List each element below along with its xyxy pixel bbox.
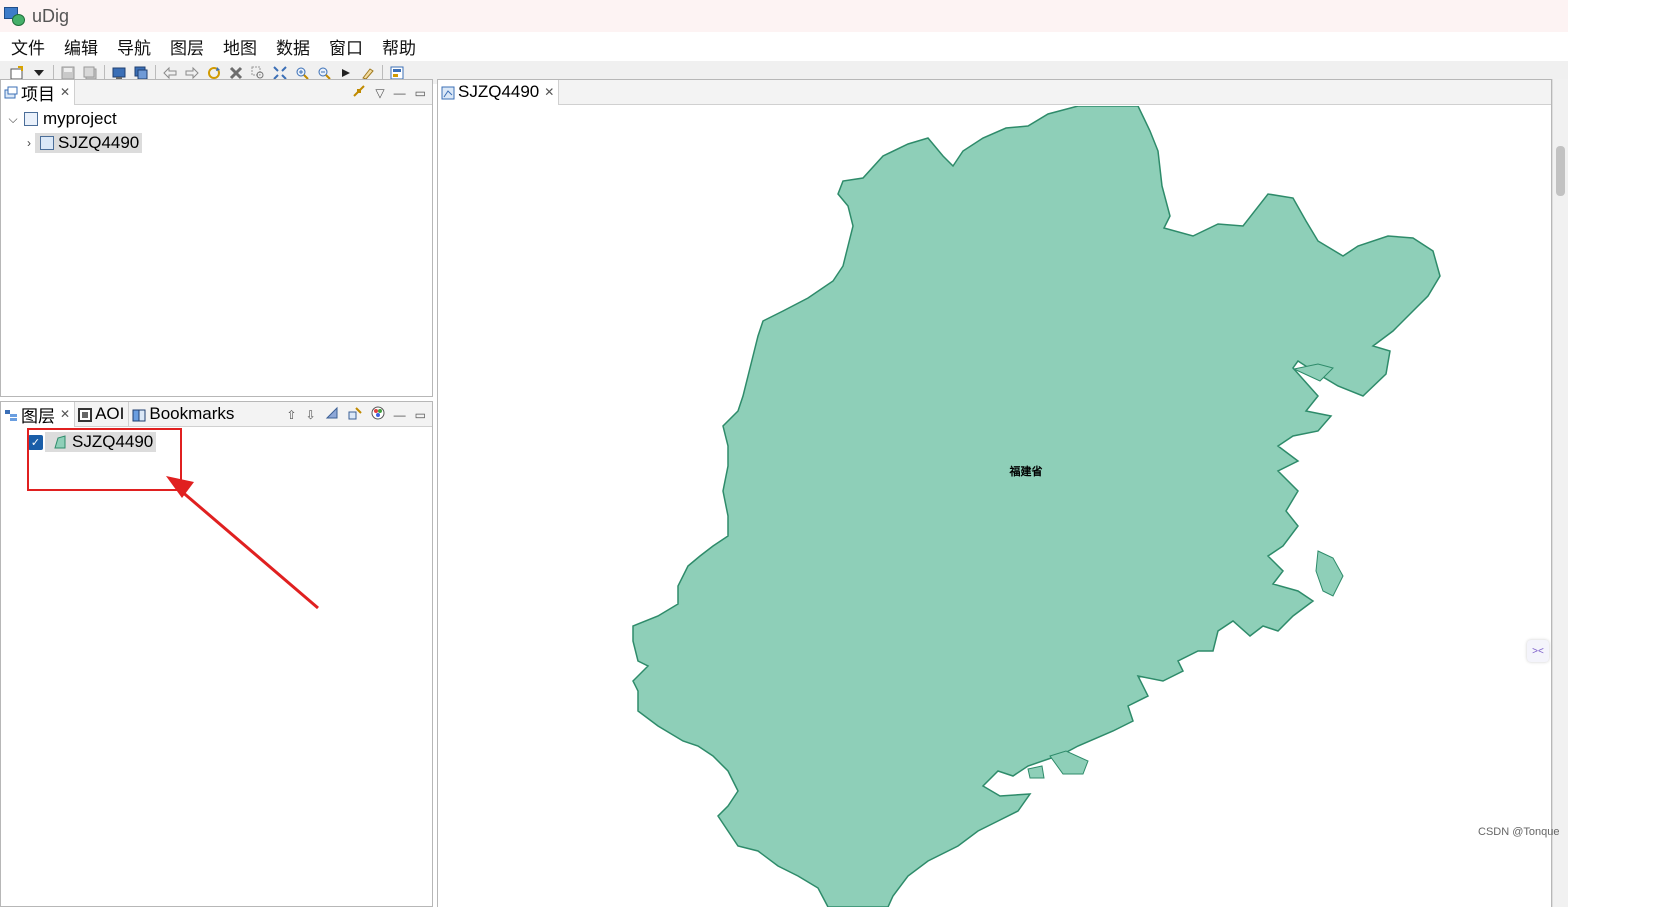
toolbar-separator (382, 65, 383, 80)
tab-bookmarks-label: Bookmarks (149, 404, 235, 423)
tab-aoi[interactable]: AOI (75, 401, 130, 427)
tree-item-sjzq4490[interactable]: › SJZQ4490 (23, 131, 143, 155)
annotation-red-arrow (166, 476, 319, 610)
tree-item-selection: SJZQ4490 (35, 133, 143, 153)
map-canvas[interactable]: 福建省 (438, 106, 1551, 907)
project-icon (4, 85, 18, 99)
tab-aoi-label: AOI (95, 404, 125, 423)
move-up-icon[interactable]: ⇧ (287, 408, 297, 422)
menu-edit[interactable]: 编辑 (64, 34, 98, 59)
fujian-province-polygon[interactable]: 福建省 (438, 106, 1551, 907)
close-icon[interactable]: ✕ (60, 85, 70, 99)
menu-window[interactable]: 窗口 (329, 34, 363, 59)
map-editor-header: SJZQ4490 ✕ (438, 79, 1551, 105)
province-shape[interactable] (632, 106, 1441, 907)
view-menu-icon[interactable]: ▽ (375, 86, 384, 100)
menu-data[interactable]: 数据 (276, 34, 310, 59)
color-palette-icon[interactable] (371, 406, 385, 423)
udig-app-icon (4, 5, 26, 27)
tab-project-label: 项目 (21, 84, 55, 104)
island-shape (1049, 750, 1089, 775)
menu-help[interactable]: 帮助 (382, 34, 416, 59)
menu-bar: 文件 编辑 导航 图层 地图 数据 窗口 帮助 (0, 32, 1680, 61)
tab-map-sjzq4490[interactable]: SJZQ4490 ✕ (438, 79, 560, 105)
island-shape (1027, 765, 1045, 779)
map-label-province: 福建省 (1009, 464, 1043, 478)
toolbar-separator (104, 65, 105, 80)
close-icon[interactable]: ✕ (60, 407, 70, 421)
tree-item-myproject-label: myproject (43, 109, 117, 128)
project-folder-icon (24, 112, 38, 126)
tree-item-sjzq4490-label: SJZQ4490 (58, 133, 140, 152)
minimize-icon[interactable]: — (394, 86, 406, 100)
aoi-icon (78, 407, 93, 422)
map-icon (441, 85, 455, 100)
maximize-icon[interactable]: ▭ (415, 86, 426, 100)
menu-navigate[interactable]: 导航 (117, 34, 151, 59)
tab-layers[interactable]: 图层 ✕ (1, 401, 76, 427)
map-icon (40, 136, 54, 150)
tree-item-myproject[interactable]: ⌵ myproject (7, 107, 117, 131)
maximize-icon[interactable]: ▭ (415, 408, 426, 422)
tab-bookmarks[interactable]: Bookmarks (129, 402, 238, 427)
layers-icon (4, 407, 18, 421)
project-panel-tools: ▽ — ▭ (343, 80, 426, 105)
chevron-right-icon[interactable]: › (23, 136, 35, 150)
window-title: uDig (32, 5, 70, 26)
close-icon[interactable]: ✕ (544, 85, 554, 99)
layer-properties-icon[interactable] (348, 406, 362, 423)
project-panel: 项目 ✕ ▽ — ▭ ⌵ myproject › SJZQ4490 (0, 79, 433, 397)
link-icon[interactable] (352, 84, 366, 101)
tab-map-label: SJZQ4490 (458, 82, 540, 101)
style-icon[interactable] (325, 406, 339, 423)
project-panel-header: 项目 ✕ ▽ — ▭ (1, 79, 432, 105)
layers-panel-tools: ⇧ ⇩ — ▭ (278, 402, 426, 427)
vertical-scrollbar[interactable] (1552, 79, 1568, 907)
bookmark-icon (132, 407, 146, 422)
menu-map[interactable]: 地图 (223, 34, 257, 59)
translate-float-icon[interactable]: >< (1527, 640, 1549, 662)
watermark: CSDN @Tonque (1478, 826, 1560, 838)
menu-file[interactable]: 文件 (11, 34, 45, 59)
minimize-icon[interactable]: — (394, 408, 406, 422)
island-shape (1315, 550, 1344, 597)
annotation-red-box (27, 428, 182, 491)
scrollbar-thumb[interactable] (1556, 146, 1565, 196)
toolbar-separator (53, 65, 54, 80)
title-bar: uDig (0, 0, 1680, 32)
layers-panel-header: 图层 ✕ AOI Bookmarks ⇧ ⇩ — ▭ (1, 401, 432, 427)
menu-layer[interactable]: 图层 (170, 34, 204, 59)
right-margin (1568, 0, 1680, 907)
chevron-down-icon[interactable]: ⌵ (7, 112, 19, 127)
tab-project[interactable]: 项目 ✕ (1, 79, 76, 105)
tab-layers-label: 图层 (21, 406, 55, 426)
map-editor-panel: SJZQ4490 ✕ 福建省 (437, 79, 1552, 907)
toolbar-separator (155, 65, 156, 80)
move-down-icon[interactable]: ⇩ (306, 408, 316, 422)
